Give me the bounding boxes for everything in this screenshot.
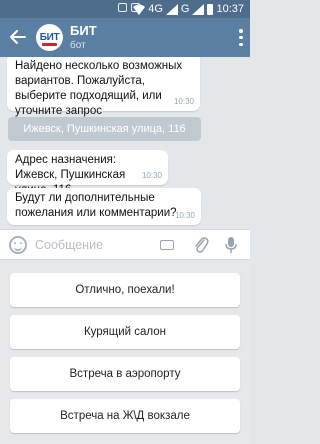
message-input-bar: Сообщение (0, 229, 250, 260)
message-time: 10:30 (174, 211, 195, 220)
signal-icon-2 (192, 3, 205, 15)
logo-text: БИТ (39, 31, 60, 43)
reply-button[interactable]: Курящий салон (10, 315, 240, 349)
bot-reply-keyboard: Отлично, поехали! Курящий салон Встреча … (0, 260, 250, 444)
message-bubble: Адрес назначения: Ижевск, Пушкинская ули… (7, 150, 168, 196)
message-time: 10:30 (173, 97, 194, 106)
network-type: 4G (148, 3, 163, 15)
network-type-2: G (180, 3, 190, 15)
chat-area[interactable]: Найдено несколько возможных вариантов. П… (0, 57, 250, 229)
signal-icon (165, 3, 178, 15)
battery-icon (207, 3, 214, 15)
message-bubble: Найдено несколько возможных вариантов. П… (7, 57, 200, 117)
reply-button[interactable]: Отлично, поехали! (10, 273, 240, 307)
message-bubble: Будут ли дополнительные пожелания или ко… (7, 188, 201, 225)
message-text: Будут ли дополнительные пожелания или ко… (15, 192, 177, 219)
clock: 10:37 (216, 3, 244, 15)
microphone-icon[interactable] (224, 236, 238, 254)
inline-keyboard-button[interactable]: Ижевск, Пушкинская улица, 116 (8, 117, 201, 141)
status-bar: 4G G 10:37 (0, 0, 250, 18)
reply-button[interactable]: Встреча в аэропорту (10, 357, 240, 391)
message-time: 10:30 (141, 171, 162, 180)
chat-title[interactable]: БИТ (70, 23, 97, 38)
message-text: Найдено несколько возможных вариантов. П… (15, 60, 183, 117)
more-menu-icon[interactable] (239, 29, 243, 46)
keyboard-icon[interactable] (160, 240, 174, 250)
notification-icon (118, 3, 127, 12)
chat-subtitle: бот (70, 40, 86, 51)
emoji-icon[interactable] (9, 236, 27, 254)
attach-icon[interactable] (193, 236, 209, 254)
reply-button[interactable]: Встреча на Ж\Д вокзале (10, 399, 240, 433)
logo-underline (42, 43, 57, 46)
avatar[interactable]: БИТ (36, 24, 63, 51)
app-bar: БИТ БИТ бот (0, 18, 250, 57)
back-arrow-icon[interactable] (8, 27, 28, 47)
wifi-icon (133, 4, 146, 15)
message-input[interactable]: Сообщение (35, 238, 103, 252)
